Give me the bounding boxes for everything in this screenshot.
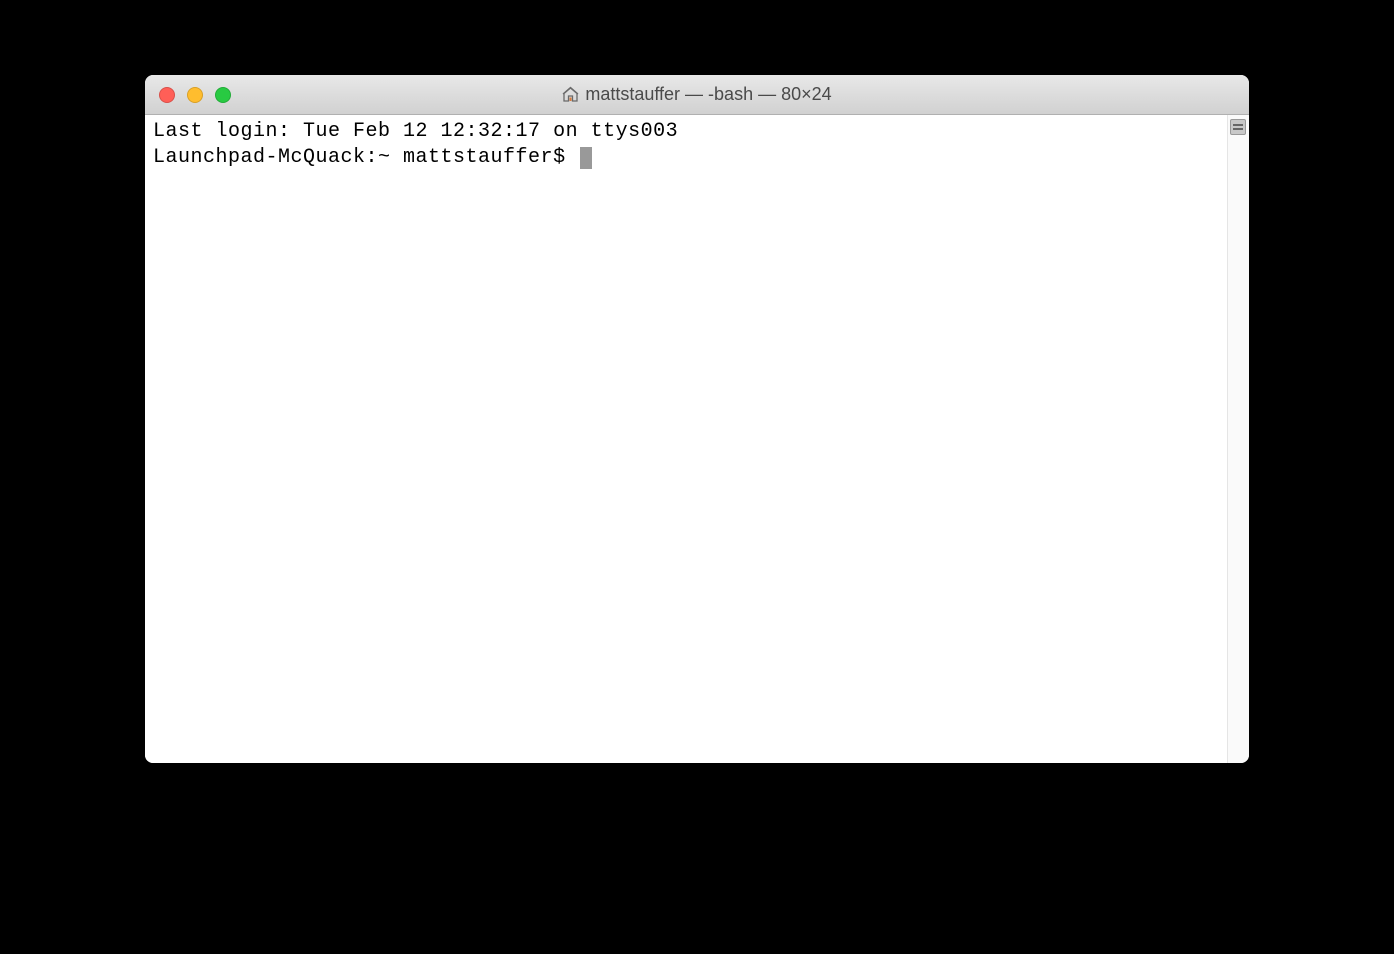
maximize-button[interactable] [215, 87, 231, 103]
prompt-line: Launchpad-McQuack:~ mattstauffer$ [153, 145, 1219, 171]
terminal-content[interactable]: Last login: Tue Feb 12 12:32:17 on ttys0… [145, 115, 1227, 763]
last-login-line: Last login: Tue Feb 12 12:32:17 on ttys0… [153, 119, 1219, 145]
scrollbar[interactable] [1227, 115, 1249, 763]
traffic-lights [145, 87, 231, 103]
close-button[interactable] [159, 87, 175, 103]
window-titlebar[interactable]: mattstauffer — -bash — 80×24 [145, 75, 1249, 115]
scrollbar-indicator-icon[interactable] [1230, 119, 1246, 135]
minimize-button[interactable] [187, 87, 203, 103]
cursor [580, 147, 592, 169]
terminal-body: Last login: Tue Feb 12 12:32:17 on ttys0… [145, 115, 1249, 763]
window-title: mattstauffer — -bash — 80×24 [145, 84, 1249, 105]
window-title-text: mattstauffer — -bash — 80×24 [585, 84, 831, 105]
terminal-window: mattstauffer — -bash — 80×24 Last login:… [145, 75, 1249, 763]
home-icon [562, 86, 579, 103]
prompt-text: Launchpad-McQuack:~ mattstauffer$ [153, 146, 578, 169]
